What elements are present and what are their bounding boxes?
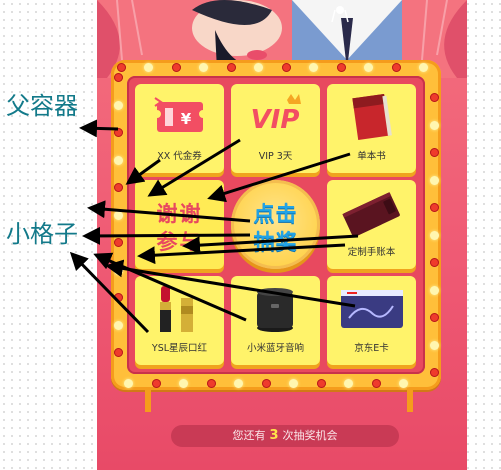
draw-button-line2: 抽奖 [253, 230, 298, 254]
marquee-bulb [113, 238, 123, 247]
draw-button[interactable]: 点击 抽奖 [231, 180, 320, 269]
annotation-grid-cell: 小格子 [6, 220, 78, 248]
marquee-bulb [113, 183, 123, 192]
marquee-bulb [124, 378, 133, 388]
marquee-bulb [261, 378, 271, 388]
marquee-bulb [151, 378, 161, 388]
prize-cell-thanks[interactable]: 谢谢 参与 [135, 180, 224, 269]
lottery-page: ¥ XX 代金券 VIP VIP 3天 单本书 谢谢 参与 点击 抽奖 定制手账… [97, 0, 467, 470]
marquee-bulb [144, 62, 153, 72]
prize-label: 定制手账本 [347, 247, 396, 258]
marquee-bulb [113, 155, 123, 165]
chance-prefix: 您还有 [232, 429, 266, 442]
svg-text:¥: ¥ [181, 110, 192, 128]
marquee-bulb [316, 378, 326, 388]
chance-suffix: 次抽奖机会 [282, 429, 338, 442]
marquee-bulb [429, 368, 439, 377]
marquee-bulb [281, 62, 291, 72]
marquee-bulb [309, 62, 318, 72]
thanks-line1: 谢谢 [156, 202, 203, 226]
marquee-bulb [429, 175, 439, 185]
marquee-bulb [391, 62, 401, 72]
marquee-bulb [206, 378, 216, 388]
marquee-bulb [199, 62, 208, 72]
marquee-bulb [179, 378, 188, 388]
annotation-parent-container: 父容器 [6, 92, 78, 120]
prize-label: XX 代金券 [157, 151, 202, 162]
prize-cell-jd-card[interactable]: 京东E卡 [327, 276, 416, 365]
marquee-bulb [429, 230, 439, 240]
prize-cell-lipstick[interactable]: YSL星辰口红 [135, 276, 224, 365]
vip-icon: VIP [251, 94, 301, 135]
prize-label: 京东E卡 [354, 343, 389, 354]
prize-cell-speaker[interactable]: 小米蓝牙音响 [231, 276, 320, 365]
frame-leg-right [407, 388, 413, 412]
prize-label: 小米蓝牙音响 [246, 343, 304, 354]
lipstick-icon [160, 286, 193, 332]
marquee-bulb [113, 210, 123, 220]
svg-text:VIP: VIP [251, 105, 300, 135]
marquee-bulb [234, 378, 243, 388]
marquee-bulb [429, 120, 439, 130]
marquee-bulb [113, 128, 123, 137]
marquee-bulb [116, 62, 126, 72]
notebook-icon [342, 192, 400, 238]
marquee-bulb [419, 62, 428, 72]
marquee-bulb [289, 378, 298, 388]
book-icon [352, 93, 392, 141]
marquee-bulb [113, 73, 123, 82]
speaker-icon [257, 288, 293, 332]
voucher-icon: ¥ [154, 97, 203, 132]
lottery-frame: ¥ XX 代金券 VIP VIP 3天 单本书 谢谢 参与 点击 抽奖 定制手账… [111, 60, 441, 390]
marquee-bulb [113, 293, 123, 302]
marquee-bulb [429, 340, 439, 350]
prize-cell-notebook[interactable]: 定制手账本 [327, 180, 416, 269]
frame-leg-left [145, 388, 151, 412]
marquee-bulb [429, 285, 439, 295]
marquee-bulb [429, 148, 439, 157]
marquee-bulb [226, 62, 236, 72]
marquee-bulb [171, 62, 181, 72]
marquee-bulb [336, 62, 346, 72]
jd-card-icon [341, 290, 403, 328]
prize-label: YSL星辰口红 [151, 343, 208, 354]
chance-bar: 您还有 3 次抽奖机会 [171, 425, 399, 447]
marquee-bulb [113, 100, 123, 110]
marquee-bulb [254, 62, 263, 72]
prize-cell-book[interactable]: 单本书 [327, 84, 416, 173]
marquee-bulb [113, 265, 123, 275]
prize-cell-vip[interactable]: VIP VIP 3天 [231, 84, 320, 173]
thanks-line2: 参与 [156, 230, 203, 254]
prize-cell-voucher[interactable]: ¥ XX 代金券 [135, 84, 224, 173]
prize-label: 单本书 [357, 151, 386, 162]
marquee-bulb [429, 93, 439, 102]
marquee-bulb [371, 378, 381, 388]
prize-label: VIP 3天 [258, 151, 293, 162]
marquee-bulb [364, 62, 373, 72]
marquee-bulb [399, 378, 408, 388]
marquee-bulb [429, 203, 439, 212]
prize-grid: ¥ XX 代金券 VIP VIP 3天 单本书 谢谢 参与 点击 抽奖 定制手账… [127, 76, 425, 374]
marquee-bulb [113, 348, 123, 357]
marquee-bulb [429, 313, 439, 322]
chance-count: 3 [269, 428, 279, 443]
marquee-bulb [113, 320, 123, 330]
marquee-bulb [344, 378, 353, 388]
draw-button-line1: 点击 [253, 202, 298, 226]
marquee-bulb [429, 258, 439, 267]
